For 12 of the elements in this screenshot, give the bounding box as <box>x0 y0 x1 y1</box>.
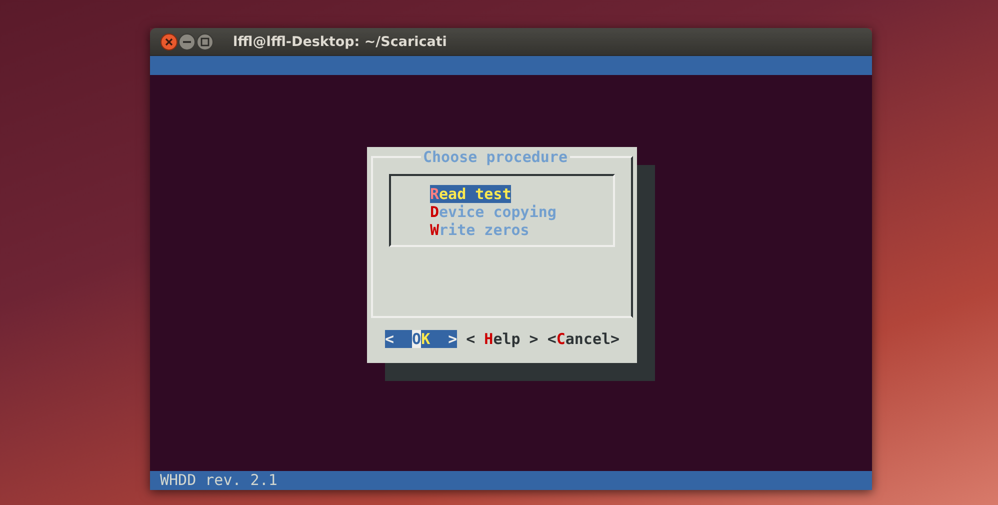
menu-item[interactable]: Read test <box>430 185 512 203</box>
menu-item[interactable]: Device copying <box>430 203 556 221</box>
dialog-title: Choose procedure <box>421 148 570 166</box>
window-title: lffl@lffl-Desktop: ~/Scaricati <box>233 34 447 50</box>
dialog-button[interactable]: <Cancel> <box>547 330 620 348</box>
dialog-button[interactable]: < OK > <box>385 330 458 348</box>
minimize-icon[interactable] <box>178 33 196 50</box>
maximize-icon[interactable] <box>196 33 214 50</box>
dialog-button[interactable]: < Help > <box>466 330 538 348</box>
menu-item[interactable]: Write zeros <box>430 221 530 239</box>
status-text: WHDD rev. 2.1 <box>160 471 278 489</box>
close-icon[interactable] <box>160 33 178 50</box>
